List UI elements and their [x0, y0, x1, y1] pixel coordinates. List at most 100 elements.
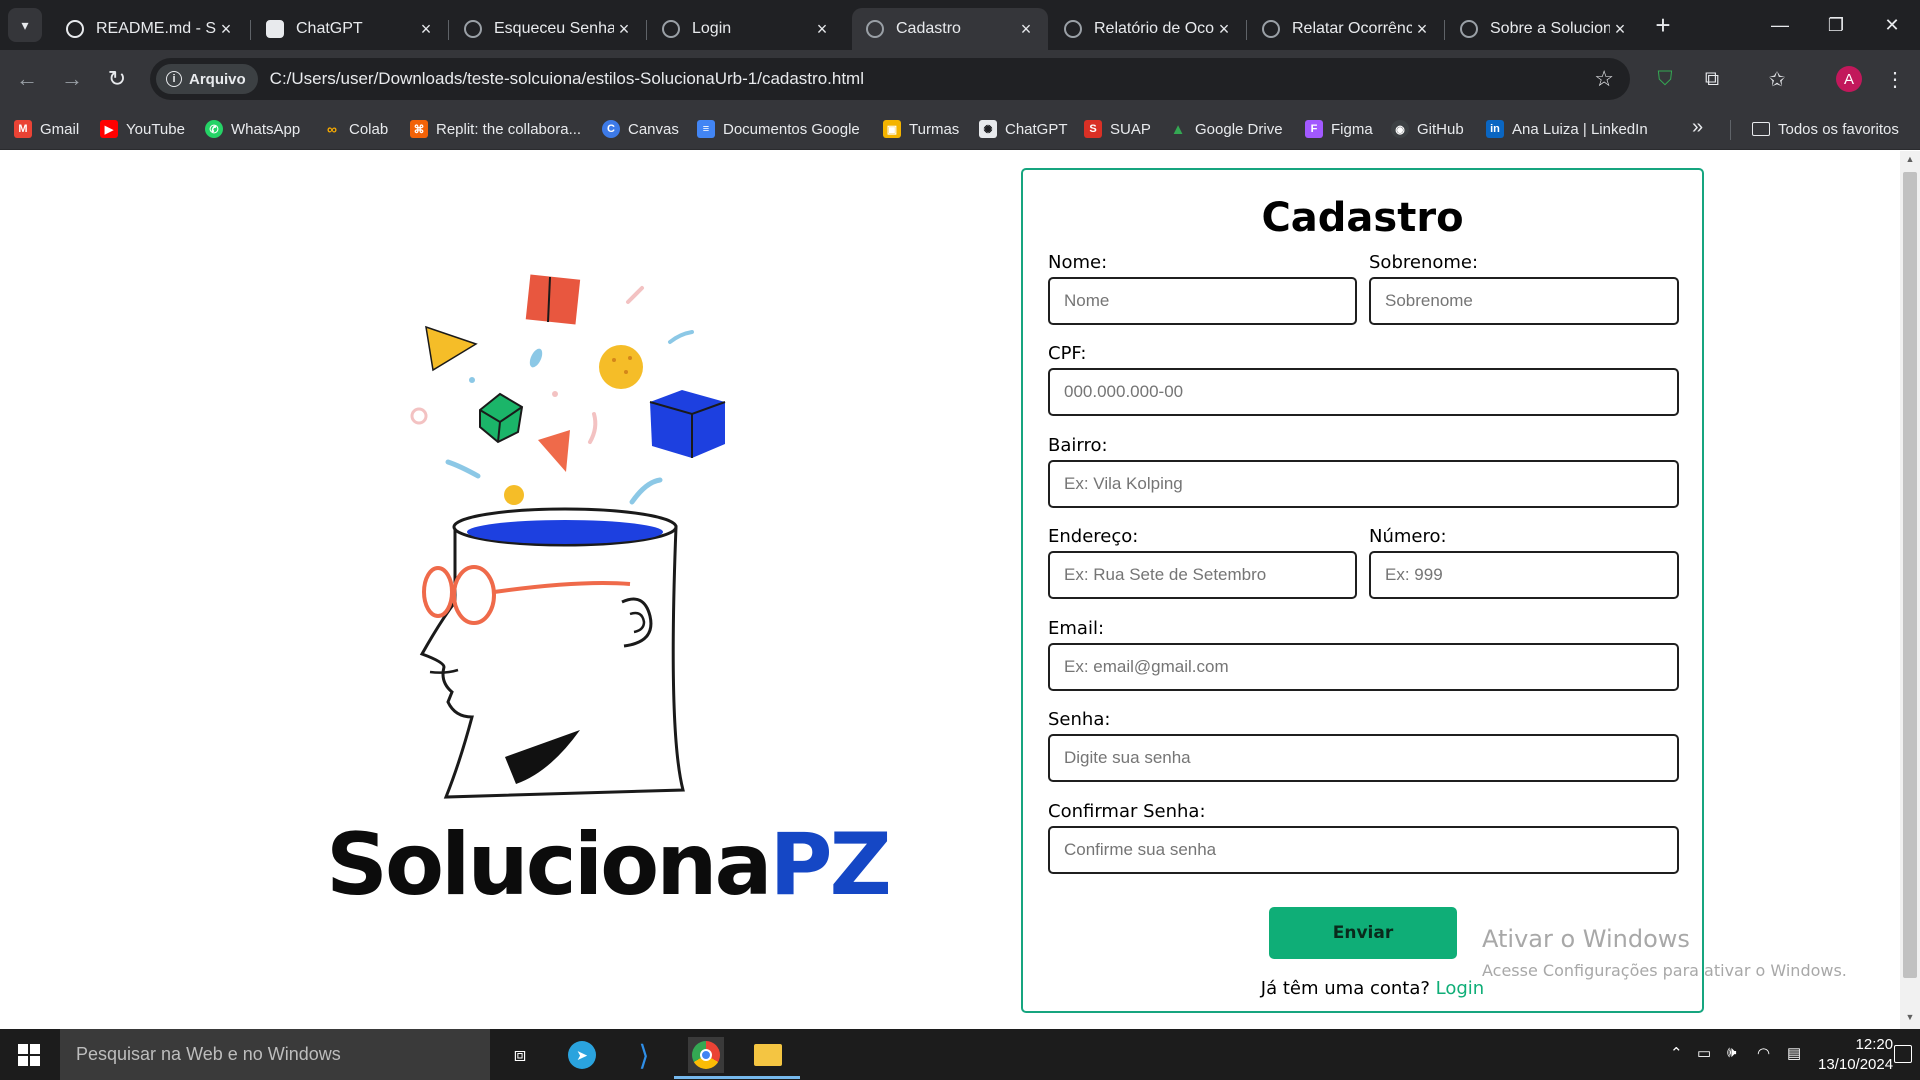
browser-toolbar: ← → ↻ i Arquivo C:/Users/user/Downloads/… — [0, 50, 1920, 108]
taskbar-search-placeholder: Pesquisar na Web e no Windows — [76, 1044, 341, 1064]
window-close-button[interactable]: ✕ — [1864, 0, 1920, 50]
close-icon[interactable]: × — [614, 19, 634, 40]
forward-button[interactable]: → — [55, 62, 89, 96]
bookmark-gmail[interactable]: M Gmail — [14, 118, 79, 140]
nome-field-group: Nome: — [1048, 252, 1357, 325]
bookmark-suap[interactable]: S SUAP — [1084, 118, 1151, 140]
close-icon[interactable]: × — [1412, 19, 1432, 40]
restore-button[interactable]: ❐ — [1808, 0, 1864, 50]
new-tab-button[interactable]: + — [1648, 10, 1678, 40]
close-icon[interactable]: × — [1610, 19, 1630, 40]
tray-chevron-up-icon[interactable]: ⌃ — [1670, 1044, 1683, 1062]
submit-button[interactable]: Enviar — [1269, 907, 1457, 959]
bookmark-figma[interactable]: F Figma — [1305, 118, 1373, 140]
bookmarks-star-icon[interactable]: ✩ — [1762, 64, 1792, 94]
all-bookmarks-folder[interactable]: Todos os favoritos — [1752, 118, 1899, 140]
bookmark-drive[interactable]: ▲ Google Drive — [1169, 118, 1283, 140]
tab-sobre[interactable]: Sobre a Solucion × — [1446, 8, 1642, 50]
minimize-button[interactable]: — — [1752, 0, 1808, 50]
classroom-icon: ▣ — [883, 120, 901, 138]
tab-title: README.md - Sc — [96, 20, 216, 37]
email-input[interactable] — [1048, 643, 1679, 691]
bookmark-label: Turmas — [909, 120, 960, 138]
youtube-icon: ▶ — [100, 120, 118, 138]
bookmark-youtube[interactable]: ▶ YouTube — [100, 118, 185, 140]
tab-login[interactable]: Login × — [648, 8, 844, 50]
bookmarks-bar: M Gmail ▶ YouTube ✆ WhatsApp ∞ Colab ⌘ Replit… — [0, 108, 1920, 150]
numero-field-group: Número: — [1369, 526, 1679, 599]
avatar[interactable]: A — [1836, 66, 1862, 92]
extensions-puzzle-icon[interactable]: ⧉ — [1697, 64, 1727, 94]
tab-esqueceu-senha[interactable]: Esqueceu Senha × — [450, 8, 646, 50]
taskbar-search-box[interactable]: Pesquisar na Web e no Windows — [60, 1029, 490, 1080]
activation-title: Ativar o Windows — [1482, 925, 1690, 953]
bookmark-replit[interactable]: ⌘ Replit: the collabora... — [410, 118, 581, 140]
bookmarks-overflow-icon[interactable]: » — [1692, 116, 1703, 139]
bairro-label: Bairro: — [1048, 435, 1108, 456]
vscode-icon[interactable]: ⟩ — [626, 1037, 662, 1073]
windows-activation-watermark: Ativar o Windows Acesse Configurações pa… — [1482, 925, 1847, 980]
bookmark-docs[interactable]: ≡ Documentos Google — [697, 118, 860, 140]
notifications-icon[interactable] — [1894, 1045, 1912, 1063]
language-icon[interactable]: ▤ — [1787, 1044, 1801, 1062]
taskbar-clock[interactable]: 12:20 13/10/2024 — [1818, 1035, 1893, 1075]
start-button[interactable] — [18, 1044, 40, 1066]
scroll-down-icon[interactable]: ▼ — [1903, 1012, 1917, 1028]
tab-readme[interactable]: README.md - Sc × — [52, 8, 248, 50]
tab-search-button[interactable]: ▾ — [8, 8, 42, 42]
bookmark-colab[interactable]: ∞ Colab — [323, 118, 388, 140]
close-icon[interactable]: × — [416, 19, 436, 40]
bairro-input[interactable] — [1048, 460, 1679, 508]
minimize-icon: — — [1771, 14, 1789, 35]
login-prompt: Já têm uma conta? Login — [1023, 978, 1702, 999]
tab-chatgpt[interactable]: ChatGPT × — [252, 8, 448, 50]
password-input[interactable] — [1048, 734, 1679, 782]
login-link[interactable]: Login — [1436, 978, 1485, 999]
close-icon[interactable]: × — [812, 19, 832, 40]
close-icon[interactable]: × — [1016, 19, 1036, 40]
address-bar[interactable]: i Arquivo C:/Users/user/Downloads/teste-… — [150, 58, 1630, 100]
more-menu-icon[interactable]: ⋮ — [1880, 64, 1910, 94]
endereco-input[interactable] — [1048, 551, 1357, 599]
tab-cadastro[interactable]: Cadastro × — [852, 8, 1048, 50]
numero-input[interactable] — [1369, 551, 1679, 599]
back-button[interactable]: ← — [10, 62, 44, 96]
bookmark-turmas[interactable]: ▣ Turmas — [883, 118, 959, 140]
windows-taskbar: Pesquisar na Web e no Windows ⧈ ➤ ⟩ ⌃ ▭ … — [0, 1029, 1920, 1080]
close-icon[interactable]: × — [1214, 19, 1234, 40]
close-icon: ✕ — [1884, 14, 1900, 35]
bookmark-label: Documentos Google — [723, 120, 860, 138]
arrow-left-icon: ← — [16, 66, 38, 91]
task-view-icon[interactable]: ⧈ — [502, 1037, 538, 1073]
bookmark-whatsapp[interactable]: ✆ WhatsApp — [205, 118, 300, 140]
site-info-chip[interactable]: i Arquivo — [156, 64, 258, 94]
sobrenome-input[interactable] — [1369, 277, 1679, 325]
bookmark-github[interactable]: ◉ GitHub — [1391, 118, 1464, 140]
volume-icon[interactable]: 🕪 — [1727, 1044, 1736, 1061]
shield-extension-icon[interactable]: ⛉ — [1650, 64, 1680, 94]
bookmark-chatgpt[interactable]: ✺ ChatGPT — [979, 118, 1068, 140]
bookmark-star-icon[interactable]: ☆ — [1594, 66, 1614, 92]
confirm-password-input[interactable] — [1048, 826, 1679, 874]
nome-input[interactable] — [1048, 277, 1357, 325]
url-text[interactable]: C:/Users/user/Downloads/teste-solcuiona/… — [270, 69, 864, 89]
cpf-input[interactable] — [1048, 368, 1679, 416]
tab-relatar[interactable]: Relatar Ocorrênc × — [1248, 8, 1444, 50]
bookmark-label: Canvas — [628, 120, 679, 138]
telegram-icon[interactable]: ➤ — [564, 1037, 600, 1073]
tab-title: Login — [692, 20, 732, 37]
tab-relatorio[interactable]: Relatório de Oco × — [1050, 8, 1246, 50]
bookmark-canvas[interactable]: C Canvas — [602, 118, 679, 140]
bookmark-linkedin[interactable]: in Ana Luiza | LinkedIn — [1486, 118, 1648, 140]
battery-icon[interactable]: ▭ — [1697, 1044, 1711, 1062]
site-info-label: Arquivo — [189, 70, 246, 88]
wifi-icon[interactable]: ◠ — [1757, 1044, 1770, 1062]
close-icon[interactable]: × — [216, 19, 236, 40]
scroll-up-icon[interactable]: ▲ — [1903, 154, 1917, 170]
reload-button[interactable]: ↻ — [100, 62, 134, 96]
scrollbar-thumb[interactable] — [1903, 172, 1917, 978]
file-explorer-icon[interactable] — [736, 1037, 800, 1079]
github-icon — [66, 20, 84, 38]
chrome-icon[interactable] — [674, 1037, 738, 1079]
figma-icon: F — [1305, 120, 1323, 138]
